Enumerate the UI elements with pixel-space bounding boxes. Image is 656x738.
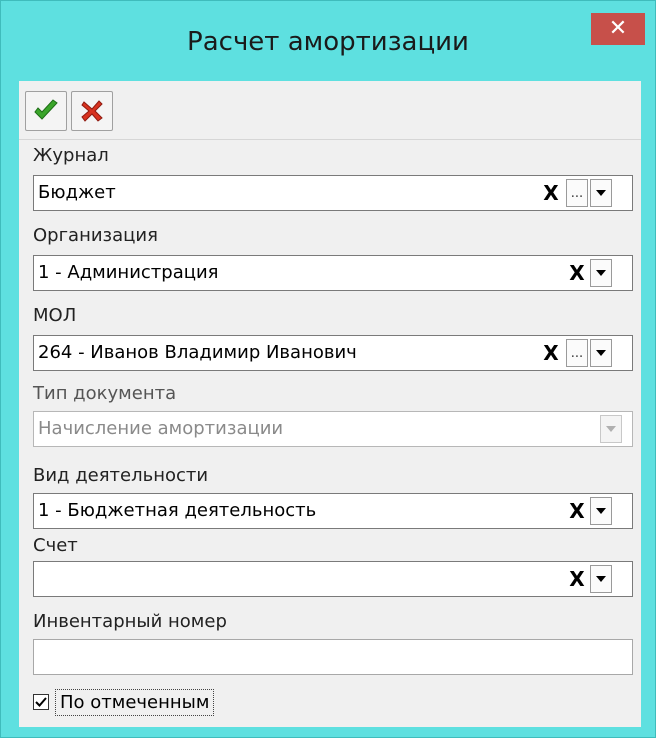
organization-label: Организация bbox=[33, 225, 158, 246]
mol-label: МОЛ bbox=[33, 305, 77, 326]
ellipsis-icon: ... bbox=[570, 345, 584, 361]
dropdown-arrow-icon bbox=[596, 190, 606, 196]
mol-browse-button[interactable]: ... bbox=[566, 339, 588, 367]
journal-clear-button[interactable]: X bbox=[540, 179, 562, 207]
doc-type-dropdown-button bbox=[600, 415, 622, 443]
journal-value: Бюджет bbox=[38, 182, 116, 203]
dropdown-arrow-icon bbox=[596, 508, 606, 514]
mol-clear-button[interactable]: X bbox=[540, 339, 562, 367]
ellipsis-icon: ... bbox=[570, 185, 584, 201]
dropdown-arrow-icon bbox=[606, 426, 616, 432]
activity-combo[interactable]: 1 - Бюджетная деятельность X bbox=[33, 493, 633, 529]
mol-dropdown-button[interactable] bbox=[590, 339, 612, 367]
selected-only-checkbox[interactable]: По отмеченным bbox=[33, 687, 215, 717]
mol-value: 264 - Иванов Владимир Иванович bbox=[38, 342, 357, 363]
close-button[interactable]: ✕ bbox=[591, 13, 645, 45]
ok-button[interactable] bbox=[25, 91, 67, 131]
organization-combo[interactable]: 1 - Администрация X bbox=[33, 255, 633, 291]
mol-combo[interactable]: 264 - Иванов Владимир Иванович X ... bbox=[33, 335, 633, 371]
clear-icon: X bbox=[543, 341, 559, 365]
activity-clear-button[interactable]: X bbox=[566, 497, 588, 525]
dialog-window: Расчет амортизации ✕ Журнал Бюджет X ... bbox=[0, 0, 656, 738]
account-combo[interactable]: X bbox=[33, 561, 633, 597]
dropdown-arrow-icon bbox=[596, 270, 606, 276]
account-clear-button[interactable]: X bbox=[566, 565, 588, 593]
organization-value: 1 - Администрация bbox=[38, 262, 219, 283]
clear-icon: X bbox=[569, 567, 585, 591]
window-title: Расчет амортизации bbox=[187, 27, 469, 57]
inventory-label: Инвентарный номер bbox=[33, 611, 227, 632]
close-icon: ✕ bbox=[608, 16, 628, 41]
account-dropdown-button[interactable] bbox=[590, 565, 612, 593]
toolbar bbox=[19, 81, 641, 140]
dialog-body: Журнал Бюджет X ... Организация 1 - Адми… bbox=[19, 81, 641, 727]
inventory-number-input[interactable] bbox=[33, 639, 633, 675]
dropdown-arrow-icon bbox=[596, 576, 606, 582]
journal-label: Журнал bbox=[33, 145, 109, 166]
checkmark-icon bbox=[35, 697, 47, 707]
journal-dropdown-button[interactable] bbox=[590, 179, 612, 207]
activity-dropdown-button[interactable] bbox=[590, 497, 612, 525]
checkbox-label: По отмеченным bbox=[55, 688, 215, 716]
green-checkmark-icon bbox=[34, 99, 58, 120]
journal-combo[interactable]: Бюджет X ... bbox=[33, 175, 633, 211]
activity-value: 1 - Бюджетная деятельность bbox=[38, 500, 317, 521]
clear-icon: X bbox=[569, 261, 585, 285]
journal-browse-button[interactable]: ... bbox=[566, 179, 588, 207]
doc-type-combo: Начисление амортизации bbox=[33, 411, 633, 447]
title-bar[interactable]: Расчет амортизации ✕ bbox=[1, 1, 655, 81]
dropdown-arrow-icon bbox=[596, 350, 606, 356]
organization-dropdown-button[interactable] bbox=[590, 259, 612, 287]
checkbox-box[interactable] bbox=[33, 694, 49, 710]
clear-icon: X bbox=[569, 499, 585, 523]
red-cross-icon bbox=[81, 100, 103, 122]
cancel-button[interactable] bbox=[71, 91, 113, 131]
doc-type-value: Начисление амортизации bbox=[38, 418, 284, 439]
organization-clear-button[interactable]: X bbox=[566, 259, 588, 287]
activity-label: Вид деятельности bbox=[33, 465, 209, 486]
account-label: Счет bbox=[33, 535, 78, 556]
clear-icon: X bbox=[543, 181, 559, 205]
doc-type-label: Тип документа bbox=[33, 383, 177, 404]
